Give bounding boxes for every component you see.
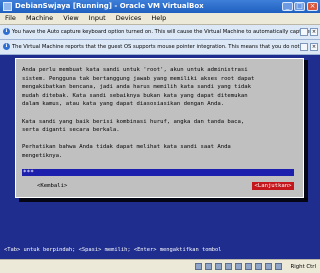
- virtualization-icon[interactable]: [255, 263, 262, 270]
- menu-file[interactable]: File: [5, 14, 16, 22]
- info-icon: i: [3, 28, 10, 35]
- usb-icon[interactable]: [215, 263, 222, 270]
- notice-close-icon[interactable]: ×: [310, 43, 318, 51]
- close-button[interactable]: ×: [307, 2, 318, 11]
- root-password-input[interactable]: ***: [22, 169, 294, 176]
- info-icon: i: [3, 43, 10, 50]
- dialog-top-border: [16, 59, 303, 65]
- shared-folders-icon[interactable]: [225, 263, 232, 270]
- window-title: DebianSwjaya [Running] - Oracle VM Virtu…: [15, 2, 204, 10]
- back-button[interactable]: <Kembali>: [37, 183, 67, 189]
- mouse-integration-icon[interactable]: [265, 263, 272, 270]
- virtualbox-icon: [3, 2, 12, 11]
- display-icon[interactable]: [245, 263, 252, 270]
- keyboard-capture-notice: i You have the Auto capture keyboard opt…: [0, 25, 320, 40]
- notice-hide-button[interactable]: [300, 28, 308, 36]
- notice-close-icon[interactable]: ×: [310, 28, 318, 36]
- host-key-label: Right Ctrl: [290, 264, 316, 270]
- menu-view[interactable]: View: [63, 14, 78, 22]
- title-bar: DebianSwjaya [Running] - Oracle VM Virtu…: [0, 0, 320, 13]
- notice-message: The Virtual Machine reports that the gue…: [12, 44, 300, 50]
- hard-disk-icon[interactable]: [195, 263, 202, 270]
- notice-message: You have the Auto capture keyboard optio…: [12, 29, 310, 35]
- minimize-button[interactable]: _: [282, 2, 293, 11]
- keyboard-capture-icon[interactable]: [275, 263, 282, 270]
- optical-drive-icon[interactable]: [205, 263, 212, 270]
- dialog-shadow: [19, 198, 308, 202]
- menu-machine[interactable]: Machine: [26, 14, 53, 22]
- maximize-button[interactable]: □: [294, 2, 305, 11]
- installer-help-line: <Tab> untuk berpindah; <Spasi> memilih; …: [4, 247, 222, 253]
- dialog-body-text: Anda perlu membuat kata sandi untuk 'roo…: [22, 67, 255, 176]
- menu-devices[interactable]: Devices: [116, 14, 142, 22]
- status-bar: Right Ctrl: [0, 259, 320, 273]
- menu-bar: File Machine View Input Devices Help: [0, 13, 320, 25]
- password-value: ***: [23, 169, 34, 176]
- notice-hide-button[interactable]: [300, 43, 308, 51]
- root-password-dialog: Anda perlu membuat kata sandi untuk 'roo…: [15, 58, 304, 198]
- mouse-integration-notice: i The Virtual Machine reports that the g…: [0, 40, 320, 55]
- continue-button[interactable]: <Lanjutkan>: [252, 182, 294, 190]
- menu-help[interactable]: Help: [151, 14, 166, 22]
- menu-input[interactable]: Input: [89, 14, 106, 22]
- virtualbox-window: DebianSwjaya [Running] - Oracle VM Virtu…: [0, 0, 320, 273]
- network-icon[interactable]: [235, 263, 242, 270]
- dialog-shadow: [304, 60, 308, 200]
